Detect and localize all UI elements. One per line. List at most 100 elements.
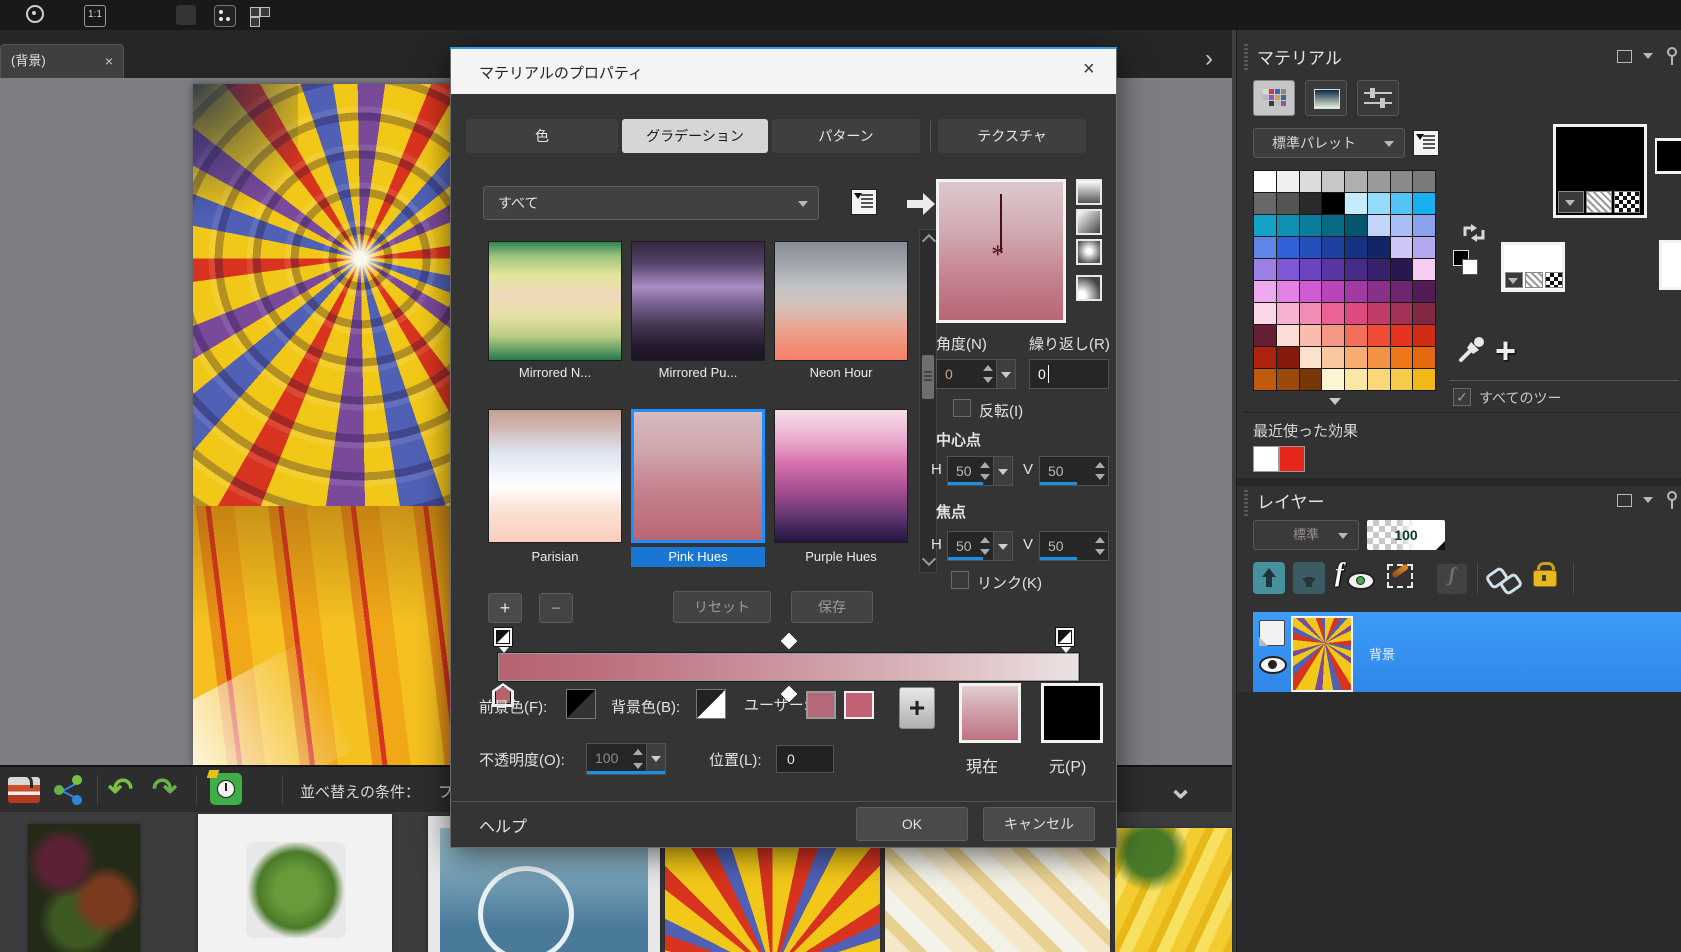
- palette-swatch[interactable]: [1368, 215, 1390, 236]
- add-palette-icon[interactable]: +: [1495, 330, 1516, 372]
- palette-swatch[interactable]: [1322, 193, 1344, 214]
- sliders-view-button[interactable]: [1357, 80, 1399, 116]
- palette-swatch[interactable]: [1254, 171, 1276, 192]
- fg-texture-toggle[interactable]: [1586, 191, 1612, 213]
- tab-texture[interactable]: テクスチャ: [938, 119, 1086, 153]
- palette-swatch[interactable]: [1300, 281, 1322, 302]
- panel-pin-icon[interactable]: [1665, 490, 1679, 510]
- palette-swatch[interactable]: [1413, 369, 1435, 390]
- eyedropper-icon[interactable]: [1457, 334, 1487, 369]
- palette-swatch[interactable]: [1254, 369, 1276, 390]
- palette-swatch[interactable]: [1413, 237, 1435, 258]
- palette-swatch[interactable]: [1322, 325, 1344, 346]
- palette-swatch[interactable]: [1277, 281, 1299, 302]
- palette-swatch[interactable]: [1345, 325, 1367, 346]
- spinner-dropdown-icon[interactable]: [993, 457, 1012, 485]
- palette-swatch[interactable]: [1345, 237, 1367, 258]
- palette-swatch[interactable]: [1300, 347, 1322, 368]
- layer-visibility-eye-icon[interactable]: [1259, 656, 1287, 674]
- palette-swatch[interactable]: [1254, 303, 1276, 324]
- swatches-view-button[interactable]: [1253, 80, 1295, 116]
- palette-swatch[interactable]: [1391, 193, 1413, 214]
- gradient-center-handle[interactable]: *: [990, 240, 1003, 270]
- palette-swatch[interactable]: [1368, 347, 1390, 368]
- tray-thumbnail-leaves[interactable]: [198, 814, 392, 952]
- panel-menu-icon[interactable]: [1643, 497, 1653, 503]
- foreground-swatch[interactable]: [566, 689, 596, 719]
- palette-swatch[interactable]: [1300, 303, 1322, 324]
- palette-swatch[interactable]: [1368, 303, 1390, 324]
- panel-menu-icon[interactable]: [1643, 53, 1653, 59]
- panel-collapse-chevron[interactable]: ›: [1194, 44, 1224, 76]
- blend-mode-dropdown[interactable]: 標準: [1253, 520, 1359, 550]
- palette-swatch[interactable]: [1300, 215, 1322, 236]
- cancel-button[interactable]: キャンセル: [983, 807, 1095, 841]
- palette-swatch[interactable]: [1322, 303, 1344, 324]
- panel-pin-icon[interactable]: [1665, 46, 1679, 66]
- tab-close-icon[interactable]: ×: [105, 45, 113, 77]
- palette-swatch[interactable]: [1277, 347, 1299, 368]
- transparency-midpoint-marker[interactable]: [779, 631, 799, 651]
- history-clock-icon[interactable]: [210, 773, 242, 805]
- palette-swatch[interactable]: [1322, 259, 1344, 280]
- document-tab[interactable]: (背景) ×: [0, 44, 124, 78]
- palette-swatch[interactable]: [1345, 281, 1367, 302]
- background-material-chip[interactable]: [1501, 242, 1565, 292]
- palette-swatch[interactable]: [1345, 347, 1367, 368]
- palette-swatch[interactable]: [1277, 215, 1299, 236]
- palette-swatch[interactable]: [1300, 369, 1322, 390]
- tab-gradient[interactable]: グラデーション: [622, 119, 768, 153]
- save-button[interactable]: 保存: [791, 591, 873, 623]
- palette-swatch[interactable]: [1254, 281, 1276, 302]
- palette-swatch[interactable]: [1322, 369, 1344, 390]
- invert-checkbox[interactable]: [953, 399, 971, 417]
- gradient-list-scrollbar[interactable]: [919, 229, 937, 573]
- repeat-spinner[interactable]: 0: [1029, 359, 1109, 389]
- palette-dropdown[interactable]: 標準パレット: [1253, 128, 1405, 158]
- random-icon[interactable]: [214, 5, 236, 27]
- palette-swatch[interactable]: [1391, 171, 1413, 192]
- palette-swatch[interactable]: [1345, 171, 1367, 192]
- palette-swatch[interactable]: [1368, 237, 1390, 258]
- background-swatch[interactable]: [696, 689, 726, 719]
- palette-swatch[interactable]: [1277, 193, 1299, 214]
- palette-swatch[interactable]: [1254, 215, 1276, 236]
- swap-colors-icon[interactable]: [1461, 220, 1487, 246]
- bg-transparency-toggle[interactable]: [1545, 272, 1563, 288]
- dialog-titlebar[interactable]: マテリアルのプロパティ ×: [451, 49, 1116, 94]
- palette-swatch[interactable]: [1277, 171, 1299, 192]
- dialog-close-icon[interactable]: ×: [1083, 58, 1095, 81]
- gradient-swatch[interactable]: [774, 409, 908, 543]
- import-icon[interactable]: [8, 777, 40, 803]
- spinner-arrows-icon[interactable]: [980, 360, 996, 388]
- panel-grip[interactable]: [1244, 44, 1248, 70]
- add-stop-button[interactable]: +: [899, 687, 935, 729]
- palette-swatch[interactable]: [1300, 325, 1322, 346]
- palette-swatch[interactable]: [1391, 259, 1413, 280]
- palette-swatch[interactable]: [1391, 215, 1413, 236]
- layer-opacity-field[interactable]: 100: [1367, 520, 1445, 550]
- layer-thumbnail[interactable]: [1291, 616, 1353, 692]
- reset-button[interactable]: リセット: [673, 591, 771, 623]
- palette-swatch[interactable]: [1345, 259, 1367, 280]
- gradient-style-radial-button[interactable]: [1076, 275, 1102, 301]
- spinner-dropdown-icon[interactable]: [993, 532, 1012, 560]
- palette-swatch[interactable]: [1277, 325, 1299, 346]
- help-link[interactable]: ヘルプ: [479, 813, 527, 837]
- move-layer-down-button[interactable]: [1293, 562, 1325, 594]
- palette-swatch[interactable]: [1368, 259, 1390, 280]
- palette-swatch[interactable]: [1413, 259, 1435, 280]
- palette-swatch[interactable]: [1254, 237, 1276, 258]
- palette-swatch[interactable]: [1413, 193, 1435, 214]
- palette-swatch[interactable]: [1391, 325, 1413, 346]
- share-icon[interactable]: [54, 775, 88, 805]
- recent-swatch[interactable]: [1253, 446, 1279, 472]
- gradient-view-button[interactable]: [1305, 80, 1347, 116]
- reset-black-white-icon[interactable]: [1453, 250, 1479, 276]
- ok-button[interactable]: OK: [856, 807, 968, 841]
- tray-thumbnail-balloon-pattern[interactable]: [665, 845, 880, 952]
- palette-swatch[interactable]: [1391, 369, 1413, 390]
- lock-layer-icon[interactable]: [1533, 562, 1557, 592]
- gradient-menu-icon[interactable]: [851, 189, 877, 215]
- focal-h-spinner[interactable]: 50: [947, 531, 1013, 561]
